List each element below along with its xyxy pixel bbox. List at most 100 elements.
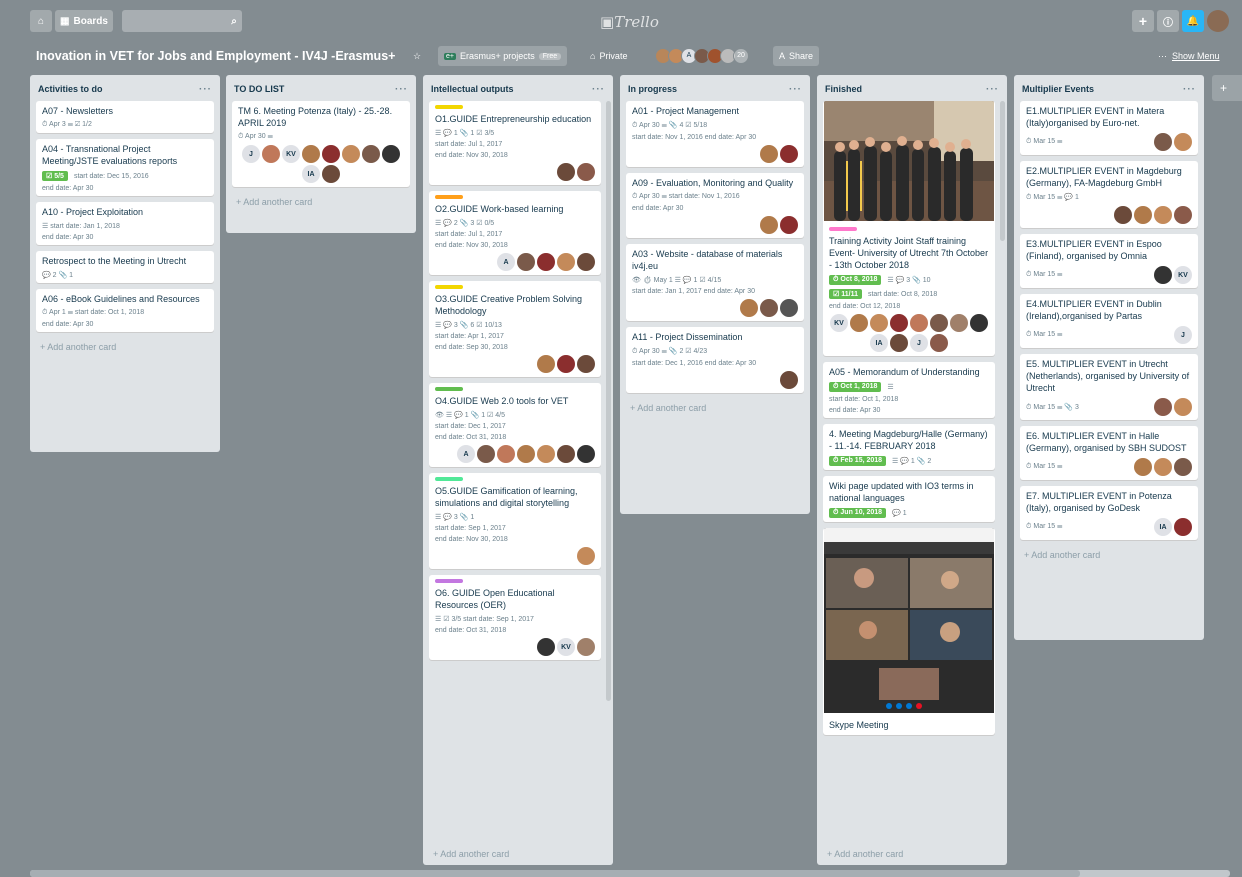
member-count[interactable]: 20 <box>733 48 749 64</box>
list-menu-icon[interactable]: ··· <box>789 84 802 95</box>
add-card-button[interactable]: + Add another card <box>823 845 907 863</box>
avatar[interactable] <box>382 145 400 163</box>
card[interactable]: O2.GUIDE Work-based learning ☰ 💬 2 📎 3 ☑… <box>429 191 601 275</box>
list-menu-icon[interactable]: ··· <box>395 84 408 95</box>
board-title[interactable]: Inovation in VET for Jobs and Employment… <box>36 49 395 63</box>
avatar[interactable] <box>262 145 280 163</box>
avatar[interactable] <box>302 145 320 163</box>
add-list-button[interactable]: + <box>1212 75 1242 101</box>
card[interactable]: A11 - Project Dissemination ⏱ Apr 30 ☰ 📎… <box>626 327 804 393</box>
avatar[interactable] <box>780 371 798 389</box>
avatar[interactable] <box>322 165 340 183</box>
avatar[interactable] <box>760 145 778 163</box>
card[interactable]: Skype Meeting <box>823 528 995 735</box>
card[interactable]: A04 - Transnational Project Meeting/JSTE… <box>36 139 214 196</box>
avatar[interactable] <box>740 299 758 317</box>
list-title[interactable]: TO DO LIST <box>234 84 284 94</box>
avatar[interactable] <box>517 253 535 271</box>
list-menu-icon[interactable]: ··· <box>592 84 605 95</box>
avatar[interactable] <box>577 355 595 373</box>
avatar[interactable] <box>537 253 555 271</box>
card[interactable]: A03 - Website - database of materials iv… <box>626 244 804 321</box>
avatar[interactable] <box>577 638 595 656</box>
card[interactable]: A09 - Evaluation, Monitoring and Quality… <box>626 173 804 238</box>
card[interactable]: O1.GUIDE Entrepreneurship education ☰ 💬 … <box>429 101 601 185</box>
avatar[interactable] <box>557 445 575 463</box>
star-icon[interactable]: ☆ <box>413 46 421 66</box>
card[interactable]: O4.GUIDE Web 2.0 tools for VET 👁 ☰ 💬 1 📎… <box>429 383 601 467</box>
avatar[interactable] <box>1154 206 1172 224</box>
card[interactable]: E7. MULTIPLIER EVENT in Potenza (Italy),… <box>1020 486 1198 540</box>
visibility-button[interactable]: ⌂ Private <box>590 46 627 66</box>
list-scrollbar[interactable] <box>606 101 611 701</box>
card[interactable]: Retrospect to the Meeting in Utrecht 💬 2… <box>36 251 214 283</box>
card[interactable]: A07 - Newsletters ⏱ Apr 3 ☰ ☑ 1/2 <box>36 101 214 133</box>
avatar[interactable] <box>537 355 555 373</box>
avatar[interactable] <box>557 355 575 373</box>
avatar[interactable] <box>870 314 888 332</box>
list-title[interactable]: Multiplier Events <box>1022 84 1094 94</box>
avatar[interactable]: IA <box>1154 518 1172 536</box>
card[interactable]: E3.MULTIPLIER EVENT in Espoo (Finland), … <box>1020 234 1198 288</box>
avatar[interactable] <box>342 145 360 163</box>
list-title[interactable]: Activities to do <box>38 84 103 94</box>
avatar[interactable]: J <box>1174 326 1192 344</box>
user-avatar[interactable] <box>1207 10 1229 32</box>
card[interactable]: A01 - Project Management ⏱ Apr 30 ☰ 📎 4 … <box>626 101 804 167</box>
avatar[interactable]: IA <box>870 334 888 352</box>
avatar[interactable] <box>577 253 595 271</box>
list-menu-icon[interactable]: ··· <box>986 84 999 95</box>
avatar[interactable] <box>322 145 340 163</box>
card[interactable]: A06 - eBook Guidelines and Resources ⏱ A… <box>36 289 214 332</box>
board-members[interactable]: A 20 <box>655 46 749 66</box>
avatar[interactable] <box>1174 133 1192 151</box>
avatar[interactable] <box>850 314 868 332</box>
boards-button[interactable]: ▦ Boards <box>55 10 113 32</box>
list-title[interactable]: In progress <box>628 84 677 94</box>
show-menu-button[interactable]: ··· Show Menu <box>1158 46 1220 66</box>
card[interactable]: Training Activity Joint Staff training E… <box>823 101 995 356</box>
board-horizontal-scrollbar[interactable] <box>30 870 1230 877</box>
avatar[interactable]: IA <box>302 165 320 183</box>
avatar[interactable] <box>910 314 928 332</box>
card[interactable]: E2.MULTIPLIER EVENT in Magdeburg (German… <box>1020 161 1198 228</box>
avatar[interactable] <box>557 253 575 271</box>
avatar[interactable] <box>890 334 908 352</box>
avatar[interactable] <box>780 145 798 163</box>
card[interactable]: Wiki page updated with IO3 terms in nati… <box>823 476 995 522</box>
notification-bell-icon[interactable]: 🔔 <box>1182 10 1204 32</box>
avatar[interactable]: KV <box>830 314 848 332</box>
avatar[interactable] <box>1134 458 1152 476</box>
share-button[interactable]: A Share <box>773 46 820 66</box>
avatar[interactable]: KV <box>1174 266 1192 284</box>
avatar[interactable] <box>1174 398 1192 416</box>
avatar[interactable] <box>577 163 595 181</box>
info-icon[interactable]: ⓘ <box>1157 10 1179 32</box>
card[interactable]: A10 - Project Exploitation ☰ start date:… <box>36 202 214 245</box>
avatar[interactable] <box>577 445 595 463</box>
list-title[interactable]: Finished <box>825 84 862 94</box>
card[interactable]: 4. Meeting Magdeburg/Halle (Germany) - 1… <box>823 424 995 470</box>
card[interactable]: A05 - Memorandum of Understanding ⏱ Oct … <box>823 362 995 418</box>
avatar[interactable]: KV <box>282 145 300 163</box>
add-card-button[interactable]: + Add another card <box>429 845 513 863</box>
avatar[interactable] <box>1154 458 1172 476</box>
card[interactable]: E1.MULTIPLIER EVENT in Matera (Italy)org… <box>1020 101 1198 155</box>
create-icon[interactable]: + <box>1132 10 1154 32</box>
avatar[interactable] <box>950 314 968 332</box>
avatar[interactable] <box>1154 266 1172 284</box>
list-menu-icon[interactable]: ··· <box>1183 84 1196 95</box>
card[interactable]: E4.MULTIPLIER EVENT in Dublin (Ireland),… <box>1020 294 1198 348</box>
avatar[interactable] <box>760 299 778 317</box>
avatar[interactable] <box>1134 206 1152 224</box>
avatar[interactable]: A <box>457 445 475 463</box>
card[interactable]: E6. MULTIPLIER EVENT in Halle (Germany),… <box>1020 426 1198 480</box>
avatar[interactable] <box>517 445 535 463</box>
avatar[interactable] <box>537 445 555 463</box>
avatar[interactable] <box>537 638 555 656</box>
list-scrollbar[interactable] <box>1000 101 1005 241</box>
card[interactable]: O3.GUIDE Creative Problem Solving Method… <box>429 281 601 377</box>
avatar[interactable] <box>1154 398 1172 416</box>
add-card-button[interactable]: + Add another card <box>232 193 410 211</box>
card[interactable]: E5. MULTIPLIER EVENT in Utrecht (Netherl… <box>1020 354 1198 420</box>
